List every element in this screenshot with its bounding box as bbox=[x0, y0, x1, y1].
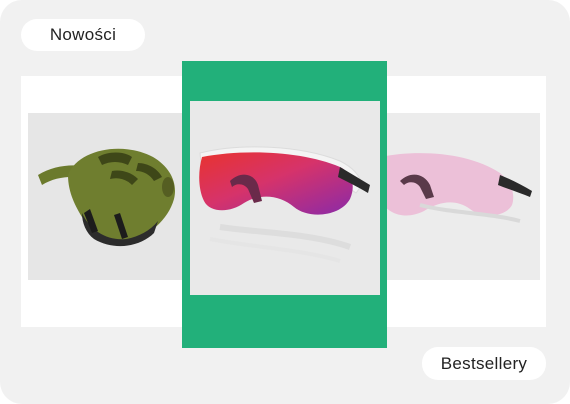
helmet-image bbox=[38, 148, 176, 247]
bestsellers-tab[interactable]: Bestsellery bbox=[422, 347, 546, 380]
red-lens-sunglasses-image bbox=[199, 146, 370, 263]
pink-lens-sunglasses-image bbox=[380, 153, 532, 223]
bestsellers-label: Bestsellery bbox=[440, 353, 528, 373]
new-products-label: Nowości bbox=[49, 25, 117, 44]
featured-product-tile[interactable] bbox=[190, 101, 380, 295]
new-products-tab[interactable]: Nowości bbox=[21, 19, 145, 51]
product-showcase-card: Nowości Bestsellery bbox=[0, 0, 570, 404]
product-tile-pink-sunglasses[interactable] bbox=[380, 113, 540, 280]
product-tile-helmet[interactable] bbox=[28, 113, 188, 280]
